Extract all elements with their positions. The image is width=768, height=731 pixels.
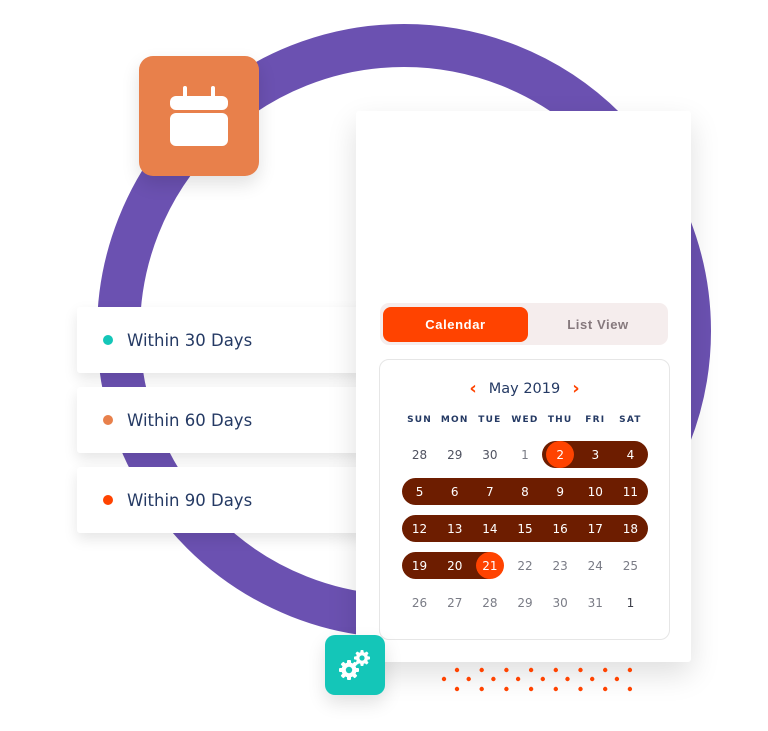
decorative-dot <box>627 686 633 692</box>
day-cell-next-month[interactable]: 1 <box>613 589 648 616</box>
day-cell[interactable]: 9 <box>543 478 578 505</box>
decorative-dot <box>441 676 447 682</box>
day-cell[interactable]: 14 <box>472 515 507 542</box>
decorative-dot <box>590 676 595 682</box>
month-navigation: ‹ May 2019 › <box>380 380 669 398</box>
decorative-dot <box>528 667 534 673</box>
day-cell[interactable]: 27 <box>437 589 472 616</box>
chevron-right-icon[interactable]: › <box>572 380 579 398</box>
day-cell[interactable]: 26 <box>402 589 437 616</box>
decorative-dot <box>603 686 608 692</box>
month-label: May 2019 <box>488 381 561 397</box>
day-cell[interactable]: 6 <box>437 478 472 505</box>
day-cell[interactable]: 29 <box>507 589 542 616</box>
red-dot-icon <box>103 495 113 505</box>
day-cell[interactable]: 15 <box>507 515 542 542</box>
decorative-dot <box>553 667 558 673</box>
decorative-dot <box>479 686 484 692</box>
weekday-thu: THU <box>547 415 573 425</box>
calendar-icon <box>170 86 228 146</box>
week-row: 12 13 14 15 16 17 18 <box>402 515 648 542</box>
tab-list-view[interactable]: List View <box>530 307 666 342</box>
day-cell[interactable]: 30 <box>472 441 507 468</box>
day-cell[interactable]: 22 <box>507 552 542 579</box>
week-row: 5 6 7 8 9 10 11 <box>402 478 648 505</box>
decorative-dot <box>553 686 558 692</box>
legend-label: Within 30 Days <box>127 330 253 350</box>
legend-label: Within 60 Days <box>127 410 253 430</box>
calendar-widget: ‹ May 2019 › SUN MON TUE WED THU FRI SAT… <box>379 359 670 640</box>
day-cell[interactable]: 1 <box>507 441 542 468</box>
legend-item-60-days[interactable]: Within 60 Days <box>77 387 367 453</box>
day-cell[interactable]: 11 <box>613 478 648 505</box>
calendar-icon-tile <box>139 56 259 176</box>
orange-dot-icon <box>103 415 113 425</box>
decorative-dot <box>565 676 570 682</box>
decorative-dot <box>614 676 620 682</box>
gears-icon <box>339 650 370 680</box>
decorative-dot <box>504 667 509 673</box>
day-cell[interactable]: 4 <box>613 441 648 468</box>
view-tabs: Calendar List View <box>380 303 668 345</box>
decorative-dot <box>479 667 484 673</box>
decorative-dot <box>454 686 460 692</box>
decorative-dot <box>578 667 583 673</box>
legend-item-90-days[interactable]: Within 90 Days <box>77 467 367 533</box>
day-cell[interactable]: 12 <box>402 515 437 542</box>
weekday-fri: FRI <box>585 415 606 425</box>
day-cell[interactable]: 13 <box>437 515 472 542</box>
day-cell[interactable]: 18 <box>613 515 648 542</box>
day-cell[interactable]: 28 <box>402 441 437 468</box>
day-cell[interactable]: 16 <box>543 515 578 542</box>
day-cell[interactable]: 23 <box>543 552 578 579</box>
day-cell[interactable]: 8 <box>507 478 542 505</box>
day-cell[interactable]: 31 <box>578 589 613 616</box>
calendar-card: Calendar List View ‹ May 2019 › SUN MON … <box>356 111 691 662</box>
weekday-wed: WED <box>511 415 539 425</box>
day-cell[interactable]: 30 <box>543 589 578 616</box>
gears-icon-tile <box>325 635 385 695</box>
weekday-sat: SAT <box>619 415 642 425</box>
decorative-dot <box>466 676 471 682</box>
day-cell[interactable]: 17 <box>578 515 613 542</box>
decorative-dot <box>627 667 633 673</box>
day-cell[interactable]: 3 <box>578 441 613 468</box>
day-cell[interactable]: 19 <box>402 552 437 579</box>
week-row: 19 20 21 22 23 24 25 <box>402 552 648 579</box>
day-cell-range-start[interactable]: 2 <box>543 441 578 468</box>
decorative-dot <box>491 676 496 682</box>
weekday-header: SUN MON TUE WED THU FRI SAT <box>402 415 648 425</box>
decorative-dot <box>540 676 545 682</box>
week-row: 26 27 28 29 30 31 1 <box>402 589 648 616</box>
teal-dot-icon <box>103 335 113 345</box>
day-cell[interactable]: 20 <box>437 552 472 579</box>
weekday-tue: TUE <box>478 415 502 425</box>
legend-item-30-days[interactable]: Within 30 Days <box>77 307 367 373</box>
tab-calendar[interactable]: Calendar <box>383 307 528 342</box>
day-cell[interactable]: 24 <box>578 552 613 579</box>
decorative-dot <box>603 667 608 673</box>
day-cell[interactable]: 5 <box>402 478 437 505</box>
weekday-sun: SUN <box>407 415 433 425</box>
day-cell-range-end[interactable]: 21 <box>472 552 507 579</box>
day-cell[interactable]: 25 <box>613 552 648 579</box>
day-cell[interactable]: 28 <box>472 589 507 616</box>
week-row: 28 29 30 1 2 3 4 <box>402 441 648 468</box>
weekday-mon: MON <box>440 415 469 425</box>
decorative-dot <box>454 667 460 673</box>
day-cell[interactable]: 10 <box>578 478 613 505</box>
decorative-dot <box>578 686 583 692</box>
day-cell[interactable]: 29 <box>437 441 472 468</box>
decorative-dot <box>515 676 521 682</box>
chevron-left-icon[interactable]: ‹ <box>469 380 476 398</box>
legend-label: Within 90 Days <box>127 490 253 510</box>
day-cell[interactable]: 7 <box>472 478 507 505</box>
decorative-dot <box>504 686 509 692</box>
decorative-dot <box>528 686 534 692</box>
